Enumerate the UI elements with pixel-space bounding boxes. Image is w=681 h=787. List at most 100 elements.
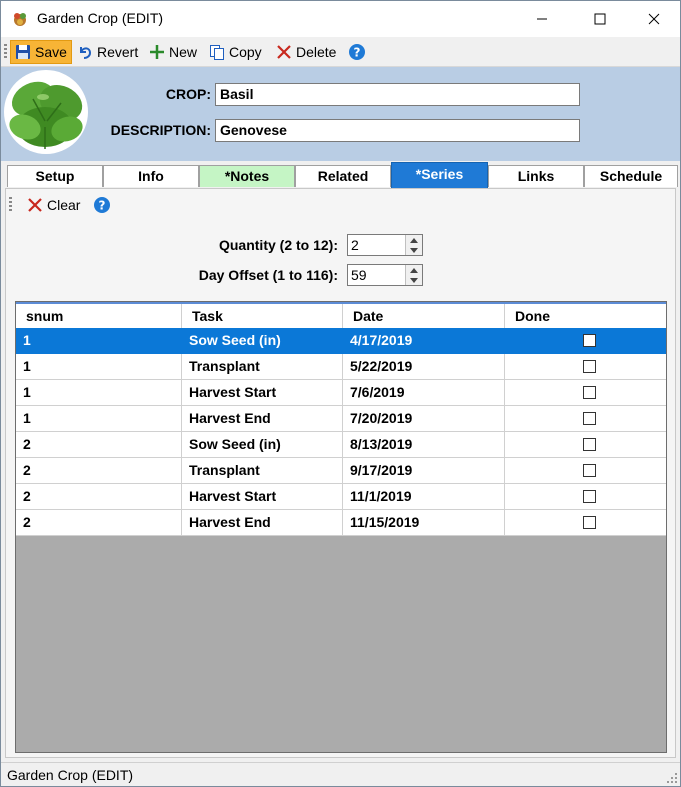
copy-label: Copy <box>229 44 262 60</box>
done-checkbox[interactable] <box>582 438 596 451</box>
done-checkbox[interactable] <box>582 516 596 529</box>
snum-cell: 2 <box>16 432 182 458</box>
tab-series[interactable]: *Series <box>391 162 488 188</box>
task-cell: Harvest Start <box>182 380 343 406</box>
svg-text:?: ? <box>99 199 106 213</box>
quantity-up-button[interactable] <box>406 235 422 245</box>
arrow-down-icon <box>410 277 418 283</box>
date-cell: 11/1/2019 <box>343 484 505 510</box>
done-cell <box>505 432 666 458</box>
minimize-icon <box>537 18 547 20</box>
table-row[interactable]: 1 Sow Seed (in) 4/17/2019 <box>16 328 666 354</box>
snum-cell: 1 <box>16 328 182 354</box>
quantity-down-button[interactable] <box>406 245 422 255</box>
done-checkbox[interactable] <box>582 490 596 503</box>
task-cell: Harvest End <box>182 406 343 432</box>
done-checkbox[interactable] <box>582 334 596 347</box>
done-checkbox[interactable] <box>582 360 596 373</box>
series-grid[interactable]: snum Task Date Done 1 Sow Seed (in) 4/17… <box>15 301 667 753</box>
app-crop-icon <box>14 13 26 26</box>
tab-setup[interactable]: Setup <box>7 165 103 187</box>
resize-grip-icon[interactable] <box>666 772 678 784</box>
column-header-task[interactable]: Task <box>182 304 343 330</box>
date-cell: 7/6/2019 <box>343 380 505 406</box>
quantity-label: Quantity (2 to 12): <box>218 237 338 253</box>
help-button[interactable]: ? <box>343 40 375 64</box>
table-row[interactable]: 1 Harvest End 7/20/2019 <box>16 406 666 432</box>
done-cell <box>505 328 666 354</box>
tab-related[interactable]: Related <box>295 165 391 187</box>
date-cell: 4/17/2019 <box>343 328 505 354</box>
description-label: DESCRIPTION: <box>110 122 211 138</box>
done-cell <box>505 458 666 484</box>
date-cell: 7/20/2019 <box>343 406 505 432</box>
plus-icon <box>150 45 164 59</box>
day-offset-stepper[interactable]: 59 <box>347 264 423 286</box>
new-button[interactable]: New <box>144 40 202 64</box>
table-row[interactable]: 1 Transplant 5/22/2019 <box>16 354 666 380</box>
basil-image <box>4 70 88 154</box>
maximize-icon <box>594 13 606 25</box>
day-offset-up-button[interactable] <box>406 265 422 275</box>
svg-text:?: ? <box>354 46 361 60</box>
save-button[interactable]: Save <box>10 40 72 64</box>
quantity-arrows <box>405 235 422 255</box>
task-cell: Harvest End <box>182 510 343 536</box>
tab-info[interactable]: Info <box>103 165 199 187</box>
grid-header-row: snum Task Date Done <box>16 302 666 330</box>
maximize-button[interactable] <box>577 1 623 37</box>
day-offset-down-button[interactable] <box>406 275 422 285</box>
column-header-date[interactable]: Date <box>343 304 505 330</box>
delete-button[interactable]: Delete <box>271 40 341 64</box>
table-row[interactable]: 2 Transplant 9/17/2019 <box>16 458 666 484</box>
help-question-icon: ? <box>94 197 110 213</box>
day-offset-value: 59 <box>351 267 367 283</box>
crop-input[interactable]: Basil <box>215 83 580 106</box>
undo-arrow-icon <box>80 47 92 59</box>
save-label: Save <box>35 44 67 60</box>
floppy-disk-icon <box>16 45 30 59</box>
new-label: New <box>169 44 198 60</box>
task-cell: Transplant <box>182 354 343 380</box>
clear-x-icon <box>28 198 42 212</box>
done-cell <box>505 354 666 380</box>
series-toolbar: Clear ? <box>6 189 675 221</box>
day-offset-arrows <box>405 265 422 285</box>
done-cell <box>505 380 666 406</box>
status-bar: Garden Crop (EDIT) <box>1 762 680 786</box>
task-cell: Harvest Start <box>182 484 343 510</box>
main-toolbar: Save Revert New Copy Delete ? <box>1 37 680 67</box>
done-checkbox[interactable] <box>582 412 596 425</box>
snum-cell: 2 <box>16 510 182 536</box>
done-checkbox[interactable] <box>582 464 596 477</box>
revert-button[interactable]: Revert <box>72 40 143 64</box>
clear-button[interactable]: Clear <box>22 193 85 217</box>
minimize-button[interactable] <box>519 1 565 37</box>
done-checkbox[interactable] <box>582 386 596 399</box>
tab-links[interactable]: Links <box>488 165 584 187</box>
table-row[interactable]: 2 Harvest End 11/15/2019 <box>16 510 666 536</box>
title-bar[interactable]: Garden Crop (EDIT) <box>1 1 680 37</box>
help-question-icon: ? <box>349 44 365 60</box>
status-text: Garden Crop (EDIT) <box>7 767 134 783</box>
arrow-up-icon <box>410 267 418 273</box>
close-icon <box>648 13 660 25</box>
close-button[interactable] <box>631 1 677 37</box>
table-row[interactable]: 2 Harvest Start 11/1/2019 <box>16 484 666 510</box>
table-row[interactable]: 2 Sow Seed (in) 8/13/2019 <box>16 432 666 458</box>
description-input[interactable]: Genovese <box>215 119 580 142</box>
column-header-done[interactable]: Done <box>505 304 666 330</box>
quantity-value: 2 <box>351 237 359 253</box>
tab-schedule[interactable]: Schedule <box>584 165 678 187</box>
snum-cell: 2 <box>16 458 182 484</box>
column-header-snum[interactable]: snum <box>16 304 182 330</box>
quantity-stepper[interactable]: 2 <box>347 234 423 256</box>
series-toolbar-grip[interactable] <box>9 197 12 213</box>
series-help-button[interactable]: ? <box>88 193 120 217</box>
tab-notes[interactable]: *Notes <box>199 165 295 187</box>
table-row[interactable]: 1 Harvest Start 7/6/2019 <box>16 380 666 406</box>
copy-button[interactable]: Copy <box>204 40 267 64</box>
toolbar-grip[interactable] <box>4 44 7 60</box>
series-panel: Clear ? Quantity (2 to 12): 2 Day Offset… <box>5 188 676 758</box>
tab-strip: Setup Info *Notes Related *Series Links … <box>1 161 680 189</box>
